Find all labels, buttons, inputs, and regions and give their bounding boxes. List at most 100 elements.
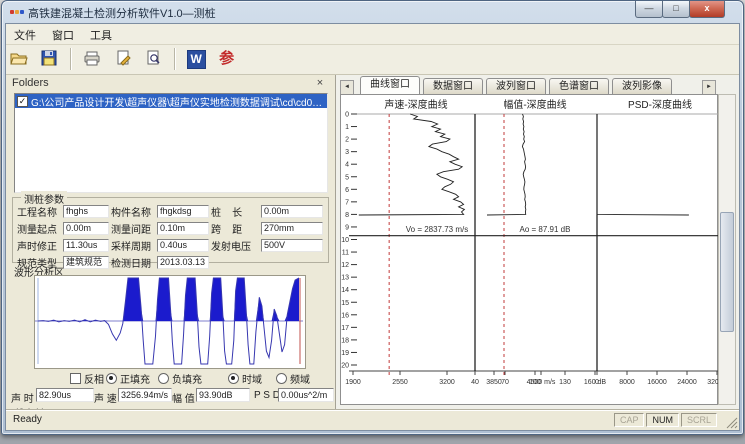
window-title: 高铁建混凝土检测分析软件V1.0—测桩 — [28, 5, 216, 21]
svg-text:Ao = 87.91 dB: Ao = 87.91 dB — [520, 225, 571, 234]
param-field-2[interactable]: 0.00m — [261, 205, 323, 218]
client-area: 文件窗口工具 W 参 Folders × ✓ G:\公司产品设计 — [5, 23, 740, 431]
param-label-6: 声时修正 — [17, 238, 61, 253]
svg-text:18: 18 — [341, 337, 349, 344]
tab-wave-train-window[interactable]: 波列窗口 — [486, 78, 546, 94]
svg-text:70: 70 — [501, 379, 509, 386]
status-key-cap: CAP — [614, 413, 645, 427]
param-label-7: 采样周期 — [111, 238, 155, 253]
close-panel-icon[interactable]: × — [313, 77, 327, 89]
svg-text:130: 130 — [559, 379, 571, 386]
svg-text:1900: 1900 — [345, 379, 361, 386]
file-path-label: G:\公司产品设计开发\超声仪器\超声仪实地检测数据调试\cd\cd03\cd0… — [31, 94, 327, 109]
freq-domain-radio[interactable]: 频域 — [276, 371, 310, 386]
status-key-scrl: SCRL — [681, 413, 717, 427]
param-field-10[interactable]: 2013.03.13 — [157, 256, 209, 269]
time-domain-radio[interactable]: 时域 — [228, 371, 262, 386]
radio-icon[interactable] — [228, 373, 239, 384]
radio-icon[interactable] — [106, 373, 117, 384]
svg-text:3850: 3850 — [486, 379, 502, 386]
amplitude-field[interactable]: 93.90dB — [196, 388, 250, 402]
word-report-button[interactable]: W — [184, 47, 208, 71]
negative-fill-radio[interactable]: 负填充 — [158, 371, 202, 386]
param-field-7[interactable]: 0.40us — [157, 239, 209, 252]
tab-curve-window[interactable]: 曲线窗口 — [360, 76, 420, 94]
waveform-canvas[interactable] — [34, 275, 306, 369]
svg-text:1: 1 — [345, 124, 349, 131]
tab-data-window[interactable]: 数据窗口 — [423, 78, 483, 94]
svg-text:100: 100 — [529, 379, 541, 386]
workspace: Folders × ✓ G:\公司产品设计开发\超声仪器\超声仪实地检测数据调试… — [6, 75, 739, 410]
tab-spectrum-window[interactable]: 色谱窗口 — [549, 78, 609, 94]
word-icon: W — [187, 50, 206, 69]
param-field-8[interactable]: 500V — [261, 239, 323, 252]
toolbar-separator — [70, 48, 72, 70]
export-button[interactable] — [111, 47, 135, 71]
svg-text:4: 4 — [345, 162, 349, 169]
svg-text:20: 20 — [341, 363, 349, 370]
status-key-num: NUM — [646, 413, 679, 427]
time-domain-label: 时域 — [242, 371, 262, 386]
save-floppy-icon — [41, 53, 57, 70]
param-field-6[interactable]: 11.30us — [63, 239, 109, 252]
param-field-0[interactable]: fhghs — [63, 205, 109, 218]
save-button[interactable] — [37, 47, 61, 71]
param-field-9[interactable]: 建筑规范 — [63, 256, 109, 269]
checkbox-checked-icon[interactable]: ✓ — [17, 96, 28, 107]
app-window: 高铁建混凝土检测分析软件V1.0—测桩 — □ x 文件窗口工具 W 参 Fol… — [1, 0, 744, 435]
invert-label: 反相 — [84, 371, 104, 386]
positive-fill-radio[interactable]: 正填充 — [106, 371, 150, 386]
tab-scroll-right-icon[interactable]: ► — [702, 80, 716, 95]
svg-text:幅值-深度曲线: 幅值-深度曲线 — [503, 98, 566, 111]
menu-item-tools[interactable]: 工具 — [82, 24, 120, 43]
print-button[interactable] — [80, 47, 104, 71]
maximize-button[interactable]: □ — [662, 1, 690, 18]
radio-icon[interactable] — [158, 373, 169, 384]
svg-text:11: 11 — [342, 250, 349, 257]
param-label-4: 测量间距 — [111, 221, 155, 236]
svg-text:15: 15 — [341, 300, 349, 307]
resize-grip[interactable] — [724, 415, 738, 429]
scrollbar-thumb[interactable] — [720, 212, 734, 331]
param-field-1[interactable]: fhgkdsg — [157, 205, 209, 218]
svg-text:PSD-深度曲线: PSD-深度曲线 — [628, 98, 692, 111]
menu-item-file[interactable]: 文件 — [6, 24, 44, 43]
param-label-8: 发射电压 — [211, 238, 259, 253]
svg-text:40: 40 — [471, 379, 479, 386]
svg-text:19: 19 — [341, 350, 349, 357]
param-label-5: 跨 距 — [211, 221, 259, 236]
open-button[interactable] — [7, 47, 31, 71]
menu-bar: 文件窗口工具 — [6, 24, 739, 45]
svg-text:8: 8 — [345, 212, 349, 219]
vertical-scrollbar[interactable] — [718, 94, 736, 405]
sound-velocity-field[interactable]: 3256.94m/s — [118, 388, 172, 402]
curve-chart-area[interactable]: 0123456789101112131415161718192019002550… — [340, 94, 718, 405]
menu-item-window[interactable]: 窗口 — [44, 24, 82, 43]
printer-icon — [83, 53, 101, 70]
svg-text:9: 9 — [345, 224, 349, 231]
close-button[interactable]: x — [689, 1, 725, 18]
tab-scroll-left-icon[interactable]: ◄ — [340, 80, 354, 95]
minimize-button[interactable]: — — [635, 1, 663, 18]
svg-text:Vo = 2837.73 m/s: Vo = 2837.73 m/s — [406, 225, 469, 234]
status-text: Ready — [13, 414, 42, 425]
psd-label: P S D — [254, 390, 280, 401]
tab-wave-train-image[interactable]: 波列影像 — [612, 78, 672, 94]
waveform-controls: 反相 正填充 负填充 时域 — [6, 371, 335, 385]
svg-text:16000: 16000 — [647, 379, 667, 386]
psd-field[interactable]: 0.00us^2/m — [278, 388, 334, 402]
parameters-button[interactable]: 参 — [215, 47, 239, 71]
tab-strip: ◄ 曲线窗口数据窗口波列窗口色谱窗口波列影像 ► — [336, 77, 739, 94]
preview-button[interactable] — [141, 47, 165, 71]
param-field-3[interactable]: 0.00m — [63, 222, 109, 235]
invert-checkbox[interactable]: 反相 — [70, 371, 104, 386]
radio-icon[interactable] — [276, 373, 287, 384]
param-field-5[interactable]: 270mm — [261, 222, 323, 235]
file-list-item[interactable]: ✓ G:\公司产品设计开发\超声仪器\超声仪实地检测数据调试\cd\cd03\c… — [15, 94, 327, 108]
param-field-4[interactable]: 0.10m — [157, 222, 209, 235]
sound-time-field[interactable]: 82.90us — [36, 388, 94, 402]
file-listbox[interactable]: ✓ G:\公司产品设计开发\超声仪器\超声仪实地检测数据调试\cd\cd03\c… — [14, 93, 328, 193]
title-bar[interactable]: 高铁建混凝土检测分析软件V1.0—测桩 — □ x — [2, 1, 743, 23]
folders-header[interactable]: Folders × — [8, 76, 333, 94]
checkbox-icon[interactable] — [70, 373, 81, 384]
